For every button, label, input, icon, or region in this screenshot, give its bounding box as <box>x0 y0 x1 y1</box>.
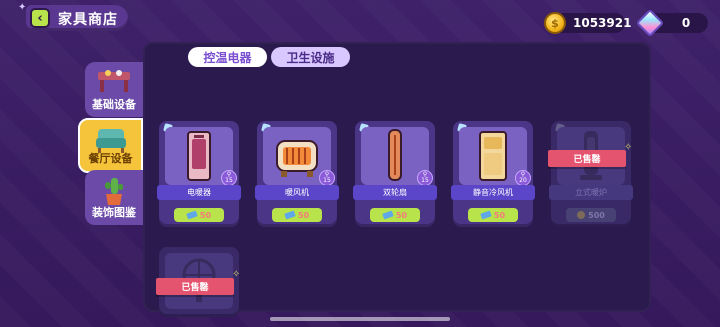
sidebar-item-restaurant[interactable]: 餐厅设备 <box>78 118 143 173</box>
buy-button[interactable]: 50 <box>174 208 224 222</box>
ticket-icon <box>186 210 198 220</box>
back-button[interactable]: ‹ <box>30 8 50 28</box>
price-tag: 500 <box>566 208 616 222</box>
sidebar-item-basic[interactable]: 基础设备 <box>85 62 143 117</box>
chevron-left-icon: ‹ <box>37 10 43 26</box>
item-name: 立式暖炉 <box>549 185 633 200</box>
gem-amount: 0 <box>681 16 691 30</box>
armchair-icon <box>95 129 126 153</box>
sparkle-icon: ✧ <box>624 142 633 153</box>
level-badge: ⚲ 15 <box>221 170 237 186</box>
sparkle-icon: ✧ <box>232 269 241 280</box>
ticket-icon <box>382 210 394 220</box>
coin-icon <box>576 209 587 221</box>
item-name: 暖风机 <box>255 185 339 200</box>
cactus-icon <box>105 178 123 205</box>
home-indicator <box>270 317 450 321</box>
sold-out-ribbon: 已售罄 <box>156 278 234 295</box>
item-card-sold: 立式暖炉 500 <box>549 121 633 227</box>
level-badge: ⚲ 20 <box>515 170 531 186</box>
buy-button[interactable]: 50 <box>468 208 518 222</box>
ticket-icon <box>284 210 296 220</box>
level-badge: ⚲ 15 <box>319 170 335 186</box>
sparkle-icon: ✦ <box>18 2 27 13</box>
item-name: 静音冷风机 <box>451 185 535 200</box>
item-card[interactable]: ⚲ 20 静音冷风机 50 <box>451 121 535 227</box>
ticket-icon <box>480 210 492 220</box>
tab-temperature[interactable]: 控温电器 <box>188 47 267 67</box>
table-icon <box>98 70 130 92</box>
buy-button[interactable]: 50 <box>370 208 420 222</box>
coin-amount: 1053921 <box>573 16 632 30</box>
sidebar-item-label: 基础设备 <box>92 98 136 111</box>
tab-sanitation[interactable]: 卫生设施 <box>271 47 350 67</box>
page-title: 家具商店 <box>58 12 118 28</box>
level-badge: ⚲ 15 <box>417 170 433 186</box>
buy-button[interactable]: 50 <box>272 208 322 222</box>
item-card[interactable]: ⚲ 15 电暖器 50 <box>157 121 241 227</box>
sold-out-ribbon: 已售罄 <box>548 150 626 167</box>
item-card[interactable]: ⚲ 15 双轮扇 50 <box>353 121 437 227</box>
item-name: 双轮扇 <box>353 185 437 200</box>
coin-icon: $ <box>544 12 566 34</box>
item-card[interactable]: ⚲ 15 暖风机 50 <box>255 121 339 227</box>
sidebar-item-decor[interactable]: 装饰图鉴 <box>85 170 143 225</box>
item-name: 电暖器 <box>157 185 241 200</box>
sidebar-item-label: 装饰图鉴 <box>92 206 136 219</box>
